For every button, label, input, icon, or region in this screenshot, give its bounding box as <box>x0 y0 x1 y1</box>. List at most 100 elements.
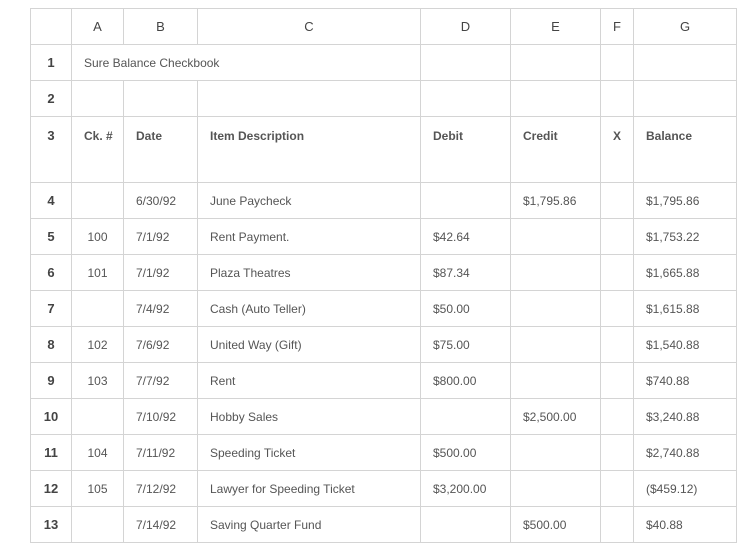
cell-item-description[interactable]: Rent Payment. <box>197 218 421 255</box>
cell-debit[interactable]: $87.34 <box>420 254 511 291</box>
row-header-10[interactable]: 10 <box>30 398 72 435</box>
row-header-5[interactable]: 5 <box>30 218 72 255</box>
row-header-11[interactable]: 11 <box>30 434 72 471</box>
cell-credit[interactable]: $2,500.00 <box>510 398 601 435</box>
cell-item-description[interactable]: Speeding Ticket <box>197 434 421 471</box>
column-header-e[interactable]: E <box>510 8 601 45</box>
column-header-a[interactable]: A <box>71 8 124 45</box>
cell-date[interactable]: 7/10/92 <box>123 398 198 435</box>
cell-item-description[interactable]: Lawyer for Speeding Ticket <box>197 470 421 507</box>
cell-credit[interactable] <box>510 218 601 255</box>
column-header-b[interactable]: B <box>123 8 198 45</box>
cell-balance[interactable]: $1,753.22 <box>633 218 737 255</box>
cell-f2[interactable] <box>600 80 634 117</box>
cell-debit[interactable]: $50.00 <box>420 290 511 327</box>
cell-debit[interactable] <box>420 398 511 435</box>
cell-x[interactable] <box>600 362 634 399</box>
cell-credit[interactable] <box>510 254 601 291</box>
column-header-d[interactable]: D <box>420 8 511 45</box>
cell-credit[interactable] <box>510 290 601 327</box>
cell-ck-number[interactable] <box>71 182 124 219</box>
cell-credit[interactable] <box>510 434 601 471</box>
cell-date[interactable]: 7/4/92 <box>123 290 198 327</box>
cell-item-description[interactable]: Saving Quarter Fund <box>197 506 421 543</box>
cell-date[interactable]: 7/14/92 <box>123 506 198 543</box>
header-credit[interactable]: Credit <box>510 116 601 183</box>
cell-a2[interactable] <box>71 80 124 117</box>
cell-date[interactable]: 7/12/92 <box>123 470 198 507</box>
row-header-1[interactable]: 1 <box>30 44 72 81</box>
cell-ck-number[interactable]: 103 <box>71 362 124 399</box>
row-header-7[interactable]: 7 <box>30 290 72 327</box>
cell-balance[interactable]: $40.88 <box>633 506 737 543</box>
header-debit[interactable]: Debit <box>420 116 511 183</box>
cell-g1[interactable] <box>633 44 737 81</box>
cell-g2[interactable] <box>633 80 737 117</box>
cell-ck-number[interactable]: 104 <box>71 434 124 471</box>
header-balance[interactable]: Balance <box>633 116 737 183</box>
cell-item-description[interactable]: June Paycheck <box>197 182 421 219</box>
cell-balance[interactable]: $1,615.88 <box>633 290 737 327</box>
cell-credit[interactable] <box>510 362 601 399</box>
cell-date[interactable]: 7/1/92 <box>123 218 198 255</box>
cell-ck-number[interactable]: 101 <box>71 254 124 291</box>
cell-ck-number[interactable]: 105 <box>71 470 124 507</box>
cell-balance[interactable]: $740.88 <box>633 362 737 399</box>
cell-ck-number[interactable]: 102 <box>71 326 124 363</box>
cell-balance[interactable]: $1,540.88 <box>633 326 737 363</box>
title-cell[interactable]: Sure Balance Checkbook <box>71 44 421 81</box>
cell-date[interactable]: 6/30/92 <box>123 182 198 219</box>
cell-credit[interactable] <box>510 326 601 363</box>
cell-item-description[interactable]: United Way (Gift) <box>197 326 421 363</box>
cell-ck-number[interactable] <box>71 398 124 435</box>
cell-item-description[interactable]: Hobby Sales <box>197 398 421 435</box>
cell-credit[interactable]: $500.00 <box>510 506 601 543</box>
cell-x[interactable] <box>600 434 634 471</box>
cell-item-description[interactable]: Plaza Theatres <box>197 254 421 291</box>
cell-debit[interactable]: $3,200.00 <box>420 470 511 507</box>
cell-credit[interactable] <box>510 470 601 507</box>
cell-b2[interactable] <box>123 80 198 117</box>
cell-debit[interactable] <box>420 182 511 219</box>
cell-d1[interactable] <box>420 44 511 81</box>
cell-date[interactable]: 7/1/92 <box>123 254 198 291</box>
row-header-12[interactable]: 12 <box>30 470 72 507</box>
cell-item-description[interactable]: Cash (Auto Teller) <box>197 290 421 327</box>
row-header-6[interactable]: 6 <box>30 254 72 291</box>
column-header-f[interactable]: F <box>600 8 634 45</box>
cell-ck-number[interactable]: 100 <box>71 218 124 255</box>
row-header-8[interactable]: 8 <box>30 326 72 363</box>
cell-x[interactable] <box>600 182 634 219</box>
header-item-description[interactable]: Item Description <box>197 116 421 183</box>
row-header-3[interactable]: 3 <box>30 116 72 183</box>
header-x[interactable]: X <box>600 116 634 183</box>
cell-x[interactable] <box>600 290 634 327</box>
corner-cell[interactable] <box>30 8 72 45</box>
cell-balance[interactable]: $3,240.88 <box>633 398 737 435</box>
cell-x[interactable] <box>600 398 634 435</box>
cell-x[interactable] <box>600 326 634 363</box>
cell-x[interactable] <box>600 506 634 543</box>
row-header-2[interactable]: 2 <box>30 80 72 117</box>
cell-debit[interactable]: $42.64 <box>420 218 511 255</box>
cell-e1[interactable] <box>510 44 601 81</box>
cell-credit[interactable]: $1,795.86 <box>510 182 601 219</box>
cell-debit[interactable] <box>420 506 511 543</box>
cell-item-description[interactable]: Rent <box>197 362 421 399</box>
cell-x[interactable] <box>600 254 634 291</box>
cell-x[interactable] <box>600 218 634 255</box>
cell-debit[interactable]: $800.00 <box>420 362 511 399</box>
header-date[interactable]: Date <box>123 116 198 183</box>
cell-balance[interactable]: $2,740.88 <box>633 434 737 471</box>
cell-date[interactable]: 7/11/92 <box>123 434 198 471</box>
column-header-g[interactable]: G <box>633 8 737 45</box>
cell-e2[interactable] <box>510 80 601 117</box>
cell-d2[interactable] <box>420 80 511 117</box>
row-header-13[interactable]: 13 <box>30 506 72 543</box>
row-header-4[interactable]: 4 <box>30 182 72 219</box>
cell-balance[interactable]: $1,665.88 <box>633 254 737 291</box>
cell-balance[interactable]: ($459.12) <box>633 470 737 507</box>
cell-f1[interactable] <box>600 44 634 81</box>
header-ck-number[interactable]: Ck. # <box>71 116 124 183</box>
cell-date[interactable]: 7/6/92 <box>123 326 198 363</box>
